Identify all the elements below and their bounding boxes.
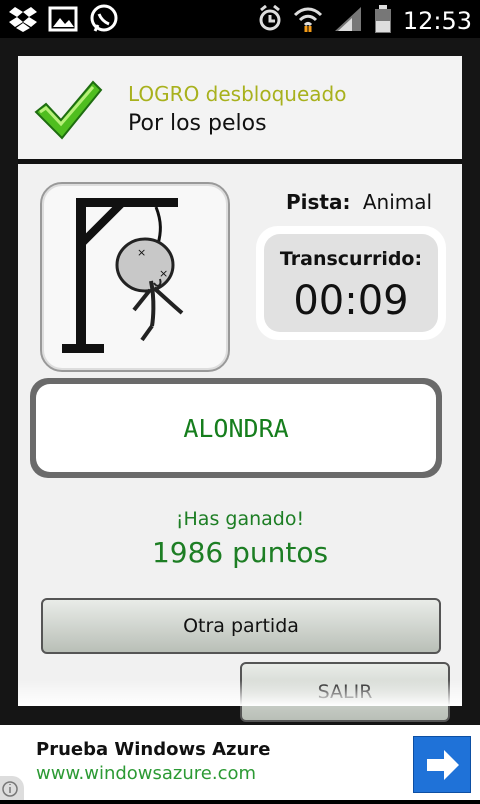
elapsed-value: 00:09: [293, 278, 409, 324]
ad-title[interactable]: Prueba Windows Azure: [36, 739, 270, 760]
status-bar: 12:53: [0, 0, 480, 38]
hint-label: Pista:: [286, 190, 351, 214]
ad-url[interactable]: www.windowsazure.com: [36, 763, 256, 784]
ad-arrow-button[interactable]: [413, 736, 471, 793]
battery-icon: [373, 4, 393, 38]
ad-banner[interactable]: Prueba Windows Azure www.windowsazure.co…: [0, 725, 480, 800]
arrow-right-icon: [427, 750, 459, 780]
checkmark-icon: [32, 76, 104, 146]
hangman-gallows: × ×: [40, 182, 230, 372]
game-panel: LOGRO desbloqueado Por los pelos × × Pis…: [18, 56, 462, 722]
achievement-banner: LOGRO desbloqueado Por los pelos: [18, 56, 462, 160]
elapsed-label: Transcurrido:: [279, 248, 423, 270]
achievement-title: LOGRO desbloqueado: [128, 82, 347, 106]
app-background: LOGRO desbloqueado Por los pelos × × Pis…: [0, 38, 480, 725]
clock: 12:53: [402, 7, 472, 35]
hangman-drawing-icon: × ×: [62, 198, 184, 353]
dropbox-icon: [8, 5, 38, 37]
ad-info-button[interactable]: [0, 776, 24, 800]
elapsed-timer: Transcurrido: 00:09: [256, 226, 446, 340]
whatsapp-icon: [88, 4, 120, 38]
system-status: 12:53: [257, 4, 472, 38]
alarm-icon: [257, 4, 283, 37]
scroll-fade: [18, 680, 462, 706]
hint-value: Animal: [362, 190, 433, 214]
score-text: 1986 puntos: [151, 536, 329, 569]
wifi-icon: [293, 5, 323, 37]
image-icon: [48, 5, 78, 37]
svg-text:×: ×: [137, 246, 146, 259]
svg-text:×: ×: [159, 267, 168, 280]
timer-inner-box: Transcurrido: 00:09: [264, 234, 438, 332]
notification-icons: [8, 4, 120, 38]
info-icon: [2, 781, 18, 797]
guessed-word: ALONDRA: [36, 384, 436, 472]
achievement-divider: [18, 159, 462, 164]
hint-row: Pista: Animal: [286, 190, 432, 214]
word-box: ALONDRA: [30, 378, 442, 478]
achievement-name: Por los pelos: [128, 111, 267, 136]
new-game-button[interactable]: Otra partida: [41, 598, 441, 654]
signal-icon: [333, 5, 363, 37]
result-text: ¡Has ganado!: [175, 508, 305, 530]
